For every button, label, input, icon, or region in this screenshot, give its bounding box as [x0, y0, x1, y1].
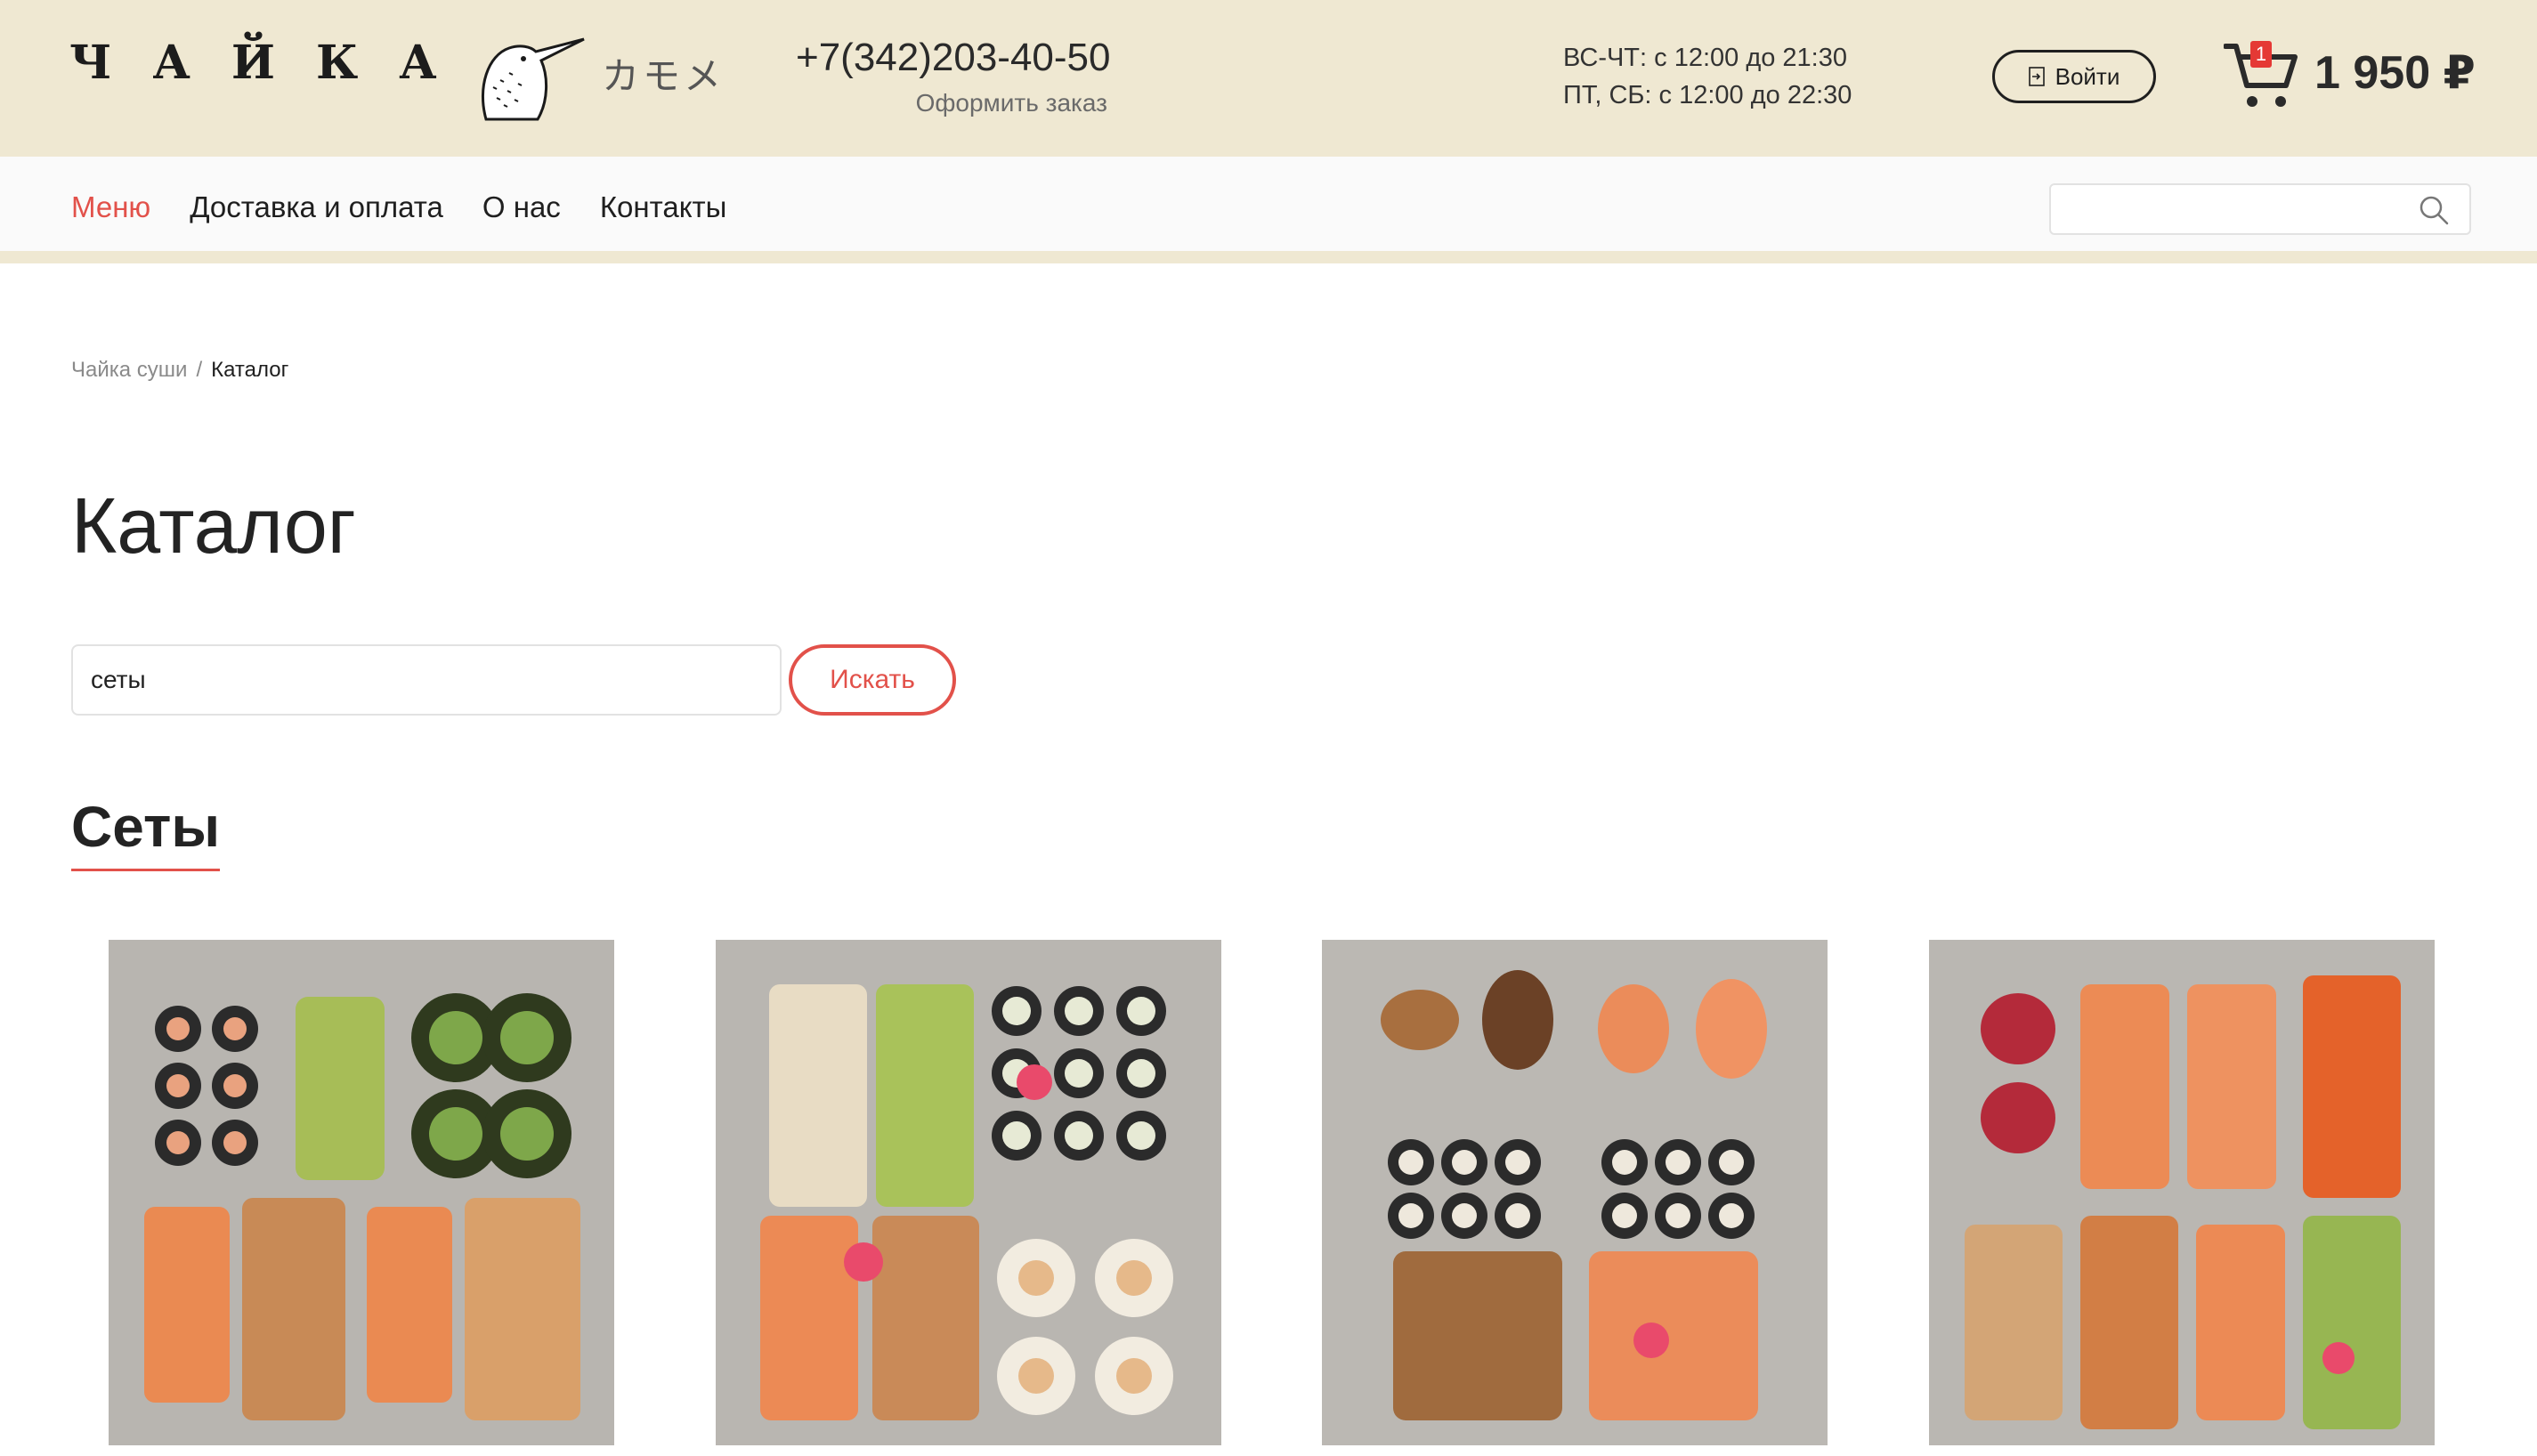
nav-menu: Меню Доставка и оплата О нас Контакты: [71, 190, 726, 224]
top-header: ЧАЙКА カモメ +7(342)203-40-50 Оформить зака…: [0, 0, 2537, 157]
product-card-4[interactable]: [1929, 940, 2435, 1445]
order-link[interactable]: Оформить заказ: [796, 89, 1107, 117]
breadcrumb-home[interactable]: Чайка суши: [71, 358, 187, 382]
seagull-logo-icon[interactable]: [474, 34, 589, 123]
section-title-sets: Сеты: [71, 794, 220, 871]
login-button[interactable]: Войти: [1992, 50, 2156, 103]
logo-subtitle: カモメ: [602, 54, 725, 98]
nav-item-about[interactable]: О нас: [482, 190, 561, 224]
page-title: Каталог: [71, 481, 356, 570]
login-icon: [2028, 67, 2045, 86]
catalog-search-input[interactable]: [71, 644, 782, 716]
cart-count-badge: 1: [2250, 41, 2272, 68]
breadcrumb-separator: /: [196, 358, 203, 382]
sushi-set-image[interactable]: [109, 940, 614, 1445]
breadcrumb: Чайка суши / Каталог: [71, 358, 288, 383]
sushi-set-image[interactable]: [1322, 940, 1828, 1445]
nav-item-menu[interactable]: Меню: [71, 190, 150, 224]
product-card-2[interactable]: [716, 940, 1221, 1445]
login-label: Войти: [2055, 62, 2120, 90]
cart-total[interactable]: 1 950 ₽: [2314, 46, 2476, 100]
nav-item-contacts[interactable]: Контакты: [600, 190, 727, 224]
product-card-3[interactable]: [1322, 940, 1828, 1445]
header-search-input[interactable]: [2049, 183, 2471, 235]
sushi-set-image[interactable]: [716, 940, 1221, 1445]
hours-weekdays: ВС-ЧТ: с 12:00 до 21:30: [1563, 44, 1847, 72]
sushi-set-image[interactable]: [1929, 940, 2435, 1445]
phone-number[interactable]: +7(342)203-40-50: [796, 36, 1110, 80]
search-button[interactable]: Искать: [789, 644, 956, 716]
working-hours: ВС-ЧТ: с 12:00 до 21:30 ПТ, СБ: с 12:00 …: [1563, 39, 1852, 114]
logo-text[interactable]: ЧАЙКА: [69, 36, 478, 90]
hours-weekend: ПТ, СБ: с 12:00 до 22:30: [1563, 81, 1852, 109]
main-nav: Меню Доставка и оплата О нас Контакты: [0, 157, 2537, 263]
nav-item-delivery[interactable]: Доставка и оплата: [190, 190, 443, 224]
search-icon[interactable]: [2418, 194, 2450, 226]
breadcrumb-current: Каталог: [211, 358, 289, 382]
product-card-1[interactable]: [109, 940, 614, 1445]
